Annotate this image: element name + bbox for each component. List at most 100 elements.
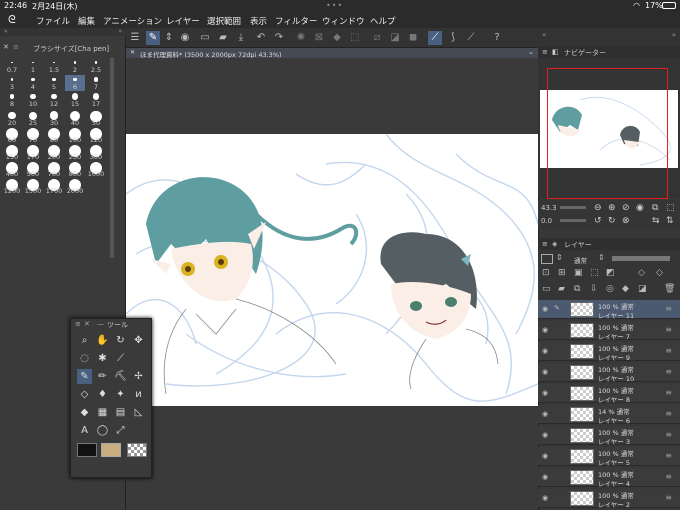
- balloon-icon[interactable]: ◯: [95, 423, 110, 438]
- flip-horizontal-icon[interactable]: ⇆: [652, 216, 660, 226]
- fill-icon[interactable]: ◆: [330, 31, 344, 45]
- eye-icon[interactable]: ◉: [542, 473, 550, 481]
- fill-bucket-icon[interactable]: ◆: [77, 405, 92, 420]
- delete-layer-icon[interactable]: 🗑: [664, 284, 675, 294]
- rotate-right-icon[interactable]: ↻: [608, 216, 616, 226]
- brush-size-option[interactable]: 20: [2, 111, 22, 127]
- eye-icon[interactable]: ◉: [542, 305, 550, 313]
- deselect-icon[interactable]: ⧄: [370, 31, 384, 45]
- panel-collapse-icon[interactable]: «: [542, 31, 546, 39]
- brush-size-option[interactable]: 40: [65, 111, 85, 127]
- brush-size-option[interactable]: 1000: [86, 162, 106, 178]
- menu-window[interactable]: ウィンドウ: [322, 15, 365, 27]
- layer-row[interactable]: ◉ 100 % 通常 レイヤー 8 ≡: [538, 384, 680, 404]
- eye-icon[interactable]: ◉: [542, 368, 550, 376]
- transparent-swatch[interactable]: [127, 443, 147, 457]
- brush-size-option[interactable]: 80: [44, 128, 64, 144]
- drag-handle-icon[interactable]: ≡: [665, 346, 672, 355]
- zoom-value[interactable]: 43.3: [541, 204, 557, 212]
- figure-icon[interactable]: ✦: [113, 387, 128, 402]
- brush-size-option[interactable]: 2: [65, 58, 85, 74]
- brush-size-option[interactable]: 100: [65, 128, 85, 144]
- brush-size-option[interactable]: 1200: [2, 179, 22, 195]
- rotate-left-icon[interactable]: ↺: [594, 216, 602, 226]
- save-icon[interactable]: ⤓: [234, 31, 248, 45]
- menu-selection[interactable]: 選択範囲: [207, 15, 241, 27]
- pen-tool-icon[interactable]: ✎: [146, 31, 160, 45]
- app-logo-icon[interactable]: ᘓ: [8, 13, 16, 27]
- brush-size-option[interactable]: 200: [44, 145, 64, 161]
- menu-filter[interactable]: フィルター: [275, 15, 317, 27]
- ruler-icon[interactable]: ◺: [131, 405, 146, 420]
- new-folder-icon[interactable]: ▰: [558, 284, 565, 294]
- lock-icon[interactable]: ⊡: [542, 268, 550, 278]
- main-color-swatch[interactable]: [77, 443, 97, 457]
- rotation-value[interactable]: 0.0: [541, 217, 552, 225]
- brush-size-option[interactable]: 1: [23, 58, 43, 74]
- brush-size-option[interactable]: 150: [2, 145, 22, 161]
- brush-size-option[interactable]: 1500: [23, 179, 43, 195]
- new-layer-icon[interactable]: ▭: [542, 284, 551, 294]
- chevron-updown-icon[interactable]: ⇕: [556, 253, 563, 262]
- clip-icon[interactable]: ⊞: [558, 268, 566, 278]
- layer-row[interactable]: ◉ 100 % 通常 レイヤー 2 ≡: [538, 489, 680, 509]
- hand-icon[interactable]: ✋: [95, 333, 110, 348]
- drawing-canvas[interactable]: [126, 134, 538, 406]
- brush-size-option[interactable]: 25: [23, 111, 43, 127]
- invert-icon[interactable]: ◼: [406, 31, 420, 45]
- layer-row[interactable]: ◉ 100 % 通常 レイヤー 5 ≡: [538, 447, 680, 467]
- draft-icon[interactable]: ⬚: [590, 268, 599, 278]
- flip-vertical-icon[interactable]: ⇅: [666, 216, 674, 226]
- eye-icon[interactable]: ◉: [542, 347, 550, 355]
- undo-icon[interactable]: ↶: [254, 31, 268, 45]
- layer-row[interactable]: ◉ ✎ 100 % 通常 レイヤー 11 ≡: [538, 300, 680, 320]
- chevron-down-icon[interactable]: ⌄: [528, 48, 534, 56]
- panel-expand-icon[interactable]: »: [672, 31, 676, 39]
- drag-handle-icon[interactable]: ≡: [665, 388, 672, 397]
- vector-icon[interactable]: ᴎ: [131, 387, 146, 402]
- layer-row[interactable]: ◉ 100 % 通常 レイヤー 10 ≡: [538, 363, 680, 383]
- brush-size-option[interactable]: 15: [65, 92, 85, 108]
- menu-icon[interactable]: ≡: [13, 43, 19, 51]
- help-icon[interactable]: ?: [490, 31, 504, 45]
- brush-size-option[interactable]: 400: [2, 162, 22, 178]
- layer-option-icon[interactable]: ◇: [638, 268, 645, 278]
- brush-size-option[interactable]: 2.5: [86, 58, 106, 74]
- correct-line-icon[interactable]: ⤢: [113, 423, 128, 438]
- brush-size-option[interactable]: 7: [86, 75, 106, 91]
- magic-wand-icon[interactable]: ✱: [95, 351, 110, 366]
- brush-size-option[interactable]: 250: [65, 145, 85, 161]
- brush-size-option[interactable]: 6: [65, 75, 85, 91]
- brush-size-option[interactable]: 1.5: [44, 58, 64, 74]
- close-tab-icon[interactable]: ✕: [130, 49, 135, 56]
- layer-color-icon[interactable]: [541, 254, 553, 264]
- pen-icon[interactable]: ✎: [77, 369, 92, 384]
- close-icon[interactable]: ✕: [3, 43, 9, 51]
- crop-icon[interactable]: ◪: [388, 31, 402, 45]
- brush-size-option[interactable]: 300: [86, 145, 106, 161]
- clear-icon[interactable]: ⊠: [312, 31, 326, 45]
- brush-size-option[interactable]: 50: [86, 111, 106, 127]
- mask-add-icon[interactable]: ◪: [638, 284, 647, 294]
- eye-icon[interactable]: ◉: [542, 326, 550, 334]
- rotate-icon[interactable]: ↻: [113, 333, 128, 348]
- gradient-icon[interactable]: ▦: [95, 405, 110, 420]
- zoom-out-icon[interactable]: ⊖: [594, 203, 602, 213]
- blend-icon[interactable]: ♦: [95, 387, 110, 402]
- opacity-slider[interactable]: [612, 256, 670, 261]
- mask-icon[interactable]: ◩: [606, 268, 615, 278]
- drag-handle-icon[interactable]: ≡: [665, 430, 672, 439]
- move-icon[interactable]: ✥: [131, 333, 146, 348]
- vector-layer-icon[interactable]: ◎: [606, 284, 614, 294]
- fit-icon[interactable]: ◉: [636, 203, 644, 213]
- eraser-icon[interactable]: ◇: [77, 387, 92, 402]
- brush-size-option[interactable]: 120: [86, 128, 106, 144]
- brush-icon[interactable]: ⛏: [113, 369, 128, 384]
- zoom-in-icon[interactable]: ⊕: [608, 203, 616, 213]
- menu-edit[interactable]: 編集: [78, 15, 95, 27]
- text-icon[interactable]: A: [77, 423, 92, 438]
- multitask-dots-icon[interactable]: •••: [326, 1, 343, 10]
- menu-icon[interactable]: ≡: [542, 240, 548, 248]
- settings-icon[interactable]: ✺: [294, 31, 308, 45]
- brush-size-option[interactable]: 30: [44, 111, 64, 127]
